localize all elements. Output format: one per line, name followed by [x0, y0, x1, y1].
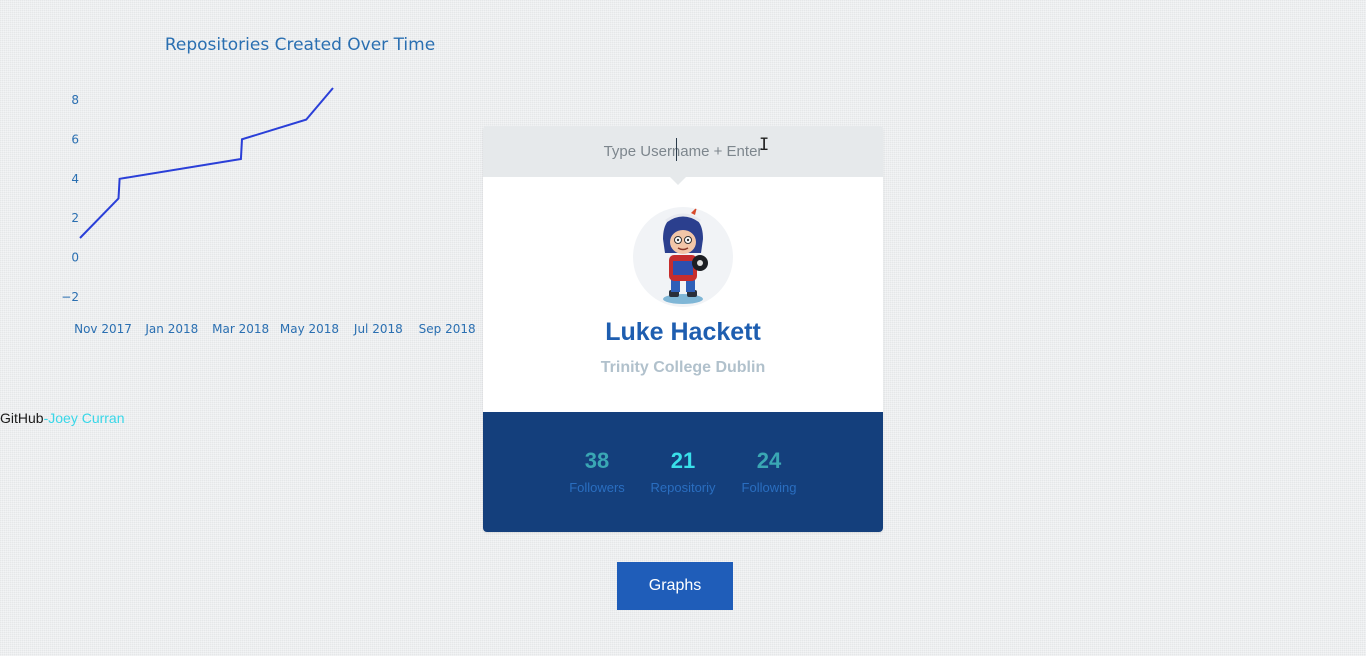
stat-value: 24: [756, 448, 782, 473]
y-tick-label: 8: [71, 93, 79, 107]
y-tick-label: 6: [71, 132, 79, 146]
repositories-line-chart: Repositories Created Over Time 8 6 4 2 0 −2 N…: [61, 35, 545, 336]
y-tick-label: −2: [61, 290, 79, 304]
x-tick-label: Nov 2017: [74, 322, 132, 336]
stat-label: Repositoriy: [650, 480, 716, 495]
credit-author-link[interactable]: Joey Curran: [48, 410, 124, 426]
stat-followers[interactable]: 38 Followers: [554, 448, 640, 498]
text-caret: [676, 138, 677, 161]
graphs-button[interactable]: Graphs: [617, 562, 733, 610]
stat-value: 21: [670, 448, 696, 473]
stat-label: Following: [741, 480, 797, 495]
stats-bar: 38 Followers 21 Repositoriy 24 Following: [483, 412, 883, 532]
username-input[interactable]: [483, 126, 883, 177]
profile-section: Luke Hackett Trinity College Dublin: [483, 177, 883, 412]
avatar: [633, 207, 733, 307]
y-tick-label: 4: [71, 172, 79, 186]
profile-organization: Trinity College Dublin: [600, 359, 766, 376]
cartoon-character-avatar-icon: [663, 207, 708, 304]
plot-area: [79, 87, 334, 239]
stat-value: 38: [584, 448, 610, 473]
stat-following[interactable]: 24 Following: [726, 448, 812, 498]
profile-card: I: [483, 126, 883, 532]
x-tick-label: May 2018: [280, 322, 339, 336]
stat-repositories[interactable]: 21 Repositoriy: [640, 448, 726, 498]
x-tick-label: Mar 2018: [212, 322, 269, 336]
chart-title: Repositories Created Over Time: [165, 35, 435, 55]
credit-prefix: GitHub: [0, 410, 44, 426]
ibeam-cursor-icon: I: [759, 135, 770, 155]
y-tick-label: 2: [71, 211, 79, 225]
y-tick-label: 0: [71, 251, 79, 265]
search-bar: I: [483, 126, 883, 185]
x-tick-label: Jan 2018: [144, 322, 198, 336]
x-axis-ticks: Nov 2017 Jan 2018 Mar 2018 May 2018 Jul 2018…: [74, 322, 545, 336]
footer-credit: GitHub-Joey Curran: [0, 410, 125, 426]
profile-name: Luke Hackett: [605, 318, 761, 346]
x-tick-label: Sep 2018: [419, 322, 476, 336]
y-axis-ticks: 8 6 4 2 0 −2: [61, 93, 79, 304]
x-tick-label: Jul 2018: [353, 322, 403, 336]
stat-label: Followers: [569, 480, 625, 495]
series-line: [79, 87, 334, 239]
search-pointer-arrow: [670, 177, 686, 185]
